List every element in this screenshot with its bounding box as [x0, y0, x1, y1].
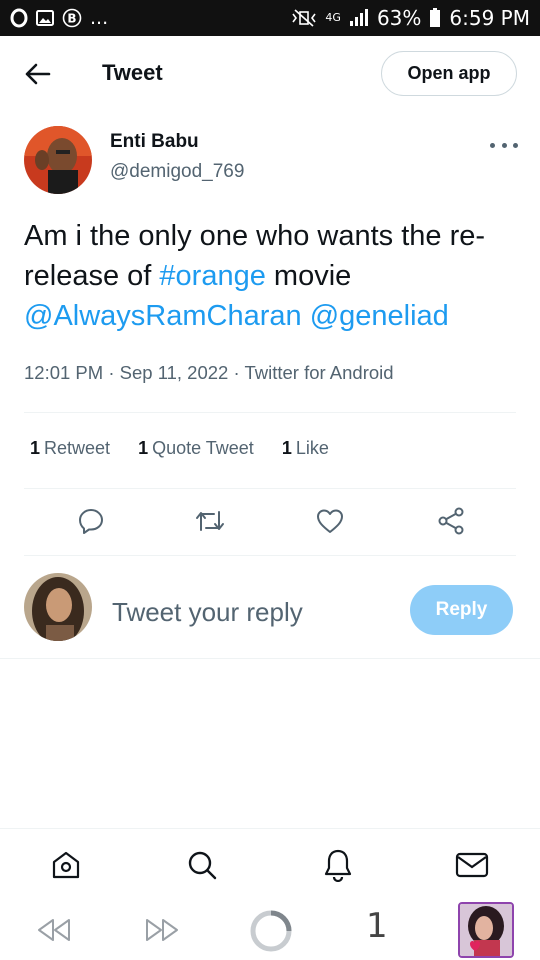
status-ellipsis: ...	[90, 7, 109, 29]
fast-forward-icon	[146, 919, 178, 941]
page-title: Tweet	[102, 60, 163, 85]
browser-profile-thumbnail[interactable]	[458, 902, 514, 958]
nav-messages[interactable]	[454, 847, 490, 883]
like-button[interactable]	[313, 504, 347, 538]
reply-button[interactable]	[74, 504, 108, 538]
stat-label: Quote Tweet	[152, 438, 254, 458]
b-icon: B	[62, 8, 82, 28]
status-time: 6:59 PM	[449, 6, 530, 30]
back-button[interactable]	[22, 58, 54, 90]
retweet-button[interactable]	[193, 504, 227, 538]
messages-icon	[455, 852, 489, 878]
open-app-button[interactable]: Open app	[381, 51, 517, 96]
retweets-stat[interactable]: 1 Retweet	[30, 438, 110, 459]
divider	[24, 488, 516, 489]
author-handle[interactable]: @demigod_769	[110, 161, 244, 183]
tweet-stats: 1 Retweet 1 Quote Tweet 1 Like	[30, 438, 329, 459]
bottom-nav	[0, 828, 540, 898]
tweet-source: Twitter for Android	[244, 362, 394, 383]
tweet-time[interactable]: 12:01 PM	[24, 362, 103, 383]
more-dot-icon	[501, 142, 507, 148]
author-name[interactable]: Enti Babu	[110, 131, 199, 153]
image-icon	[36, 10, 54, 26]
share-button[interactable]	[434, 504, 468, 538]
browser-forward-button[interactable]	[142, 914, 182, 946]
rewind-icon	[38, 919, 70, 941]
browser-back-button[interactable]	[34, 914, 74, 946]
opera-circle-icon	[250, 910, 292, 952]
reply-submit-button[interactable]: Reply	[410, 585, 513, 635]
more-dot-icon	[490, 142, 495, 148]
stat-count: 1	[281, 438, 292, 458]
tweet-actions	[0, 504, 540, 542]
stat-count: 1	[30, 438, 41, 458]
mention-link[interactable]: @AlwaysRamCharan	[24, 300, 302, 332]
tweet-text: Am i the only one who wants the re-relea…	[24, 216, 524, 336]
top-header: Tweet Open app	[0, 36, 540, 112]
retweet-icon	[196, 511, 224, 531]
status-bar: B ... 4G 63% 6:59 PM	[0, 0, 540, 36]
like-icon	[317, 509, 343, 533]
tweet-text-part: movie	[265, 260, 352, 292]
home-icon	[52, 851, 80, 879]
divider	[0, 658, 540, 659]
stat-label: Like	[295, 438, 329, 458]
battery-icon	[429, 8, 441, 28]
battery-percent: 63%	[376, 6, 422, 30]
divider	[24, 555, 516, 556]
stat-count: 1	[138, 438, 149, 458]
likes-stat[interactable]: 1 Like	[282, 438, 329, 459]
reply-icon	[79, 509, 103, 534]
more-dot-icon	[513, 142, 518, 148]
network-type: 4G	[325, 11, 341, 24]
nav-notifications[interactable]	[320, 847, 356, 883]
share-icon	[438, 507, 464, 535]
svg-text:B: B	[67, 12, 76, 26]
notifications-icon	[324, 849, 352, 882]
opera-icon	[10, 8, 28, 28]
reply-input[interactable]	[112, 592, 392, 632]
user-avatar[interactable]	[24, 573, 92, 641]
divider	[24, 412, 516, 413]
more-options-button[interactable]	[490, 136, 518, 154]
status-right: 4G 63% 6:59 PM	[291, 6, 530, 30]
status-left: B ...	[10, 7, 108, 29]
meta-separator: ·	[103, 362, 120, 383]
browser-home-button[interactable]	[248, 908, 294, 954]
meta-separator: ·	[228, 362, 245, 383]
stat-label: Retweet	[44, 438, 111, 458]
tab-count[interactable]: 1	[366, 906, 388, 946]
quote-tweets-stat[interactable]: 1 Quote Tweet	[138, 438, 254, 459]
tweet-meta: 12:01 PM · Sep 11, 2022 · Twitter for An…	[24, 362, 394, 384]
tweet-date[interactable]: Sep 11, 2022	[120, 362, 229, 383]
mention-link[interactable]: @geneliad	[310, 300, 449, 332]
mute-vibrate-icon	[291, 9, 317, 27]
author-avatar[interactable]	[24, 126, 92, 194]
hashtag-link[interactable]: #orange	[159, 260, 265, 292]
search-icon	[188, 851, 217, 880]
signal-icon	[349, 9, 369, 27]
nav-search[interactable]	[184, 847, 220, 883]
arrow-left-icon	[25, 63, 51, 85]
nav-home[interactable]	[48, 847, 84, 883]
